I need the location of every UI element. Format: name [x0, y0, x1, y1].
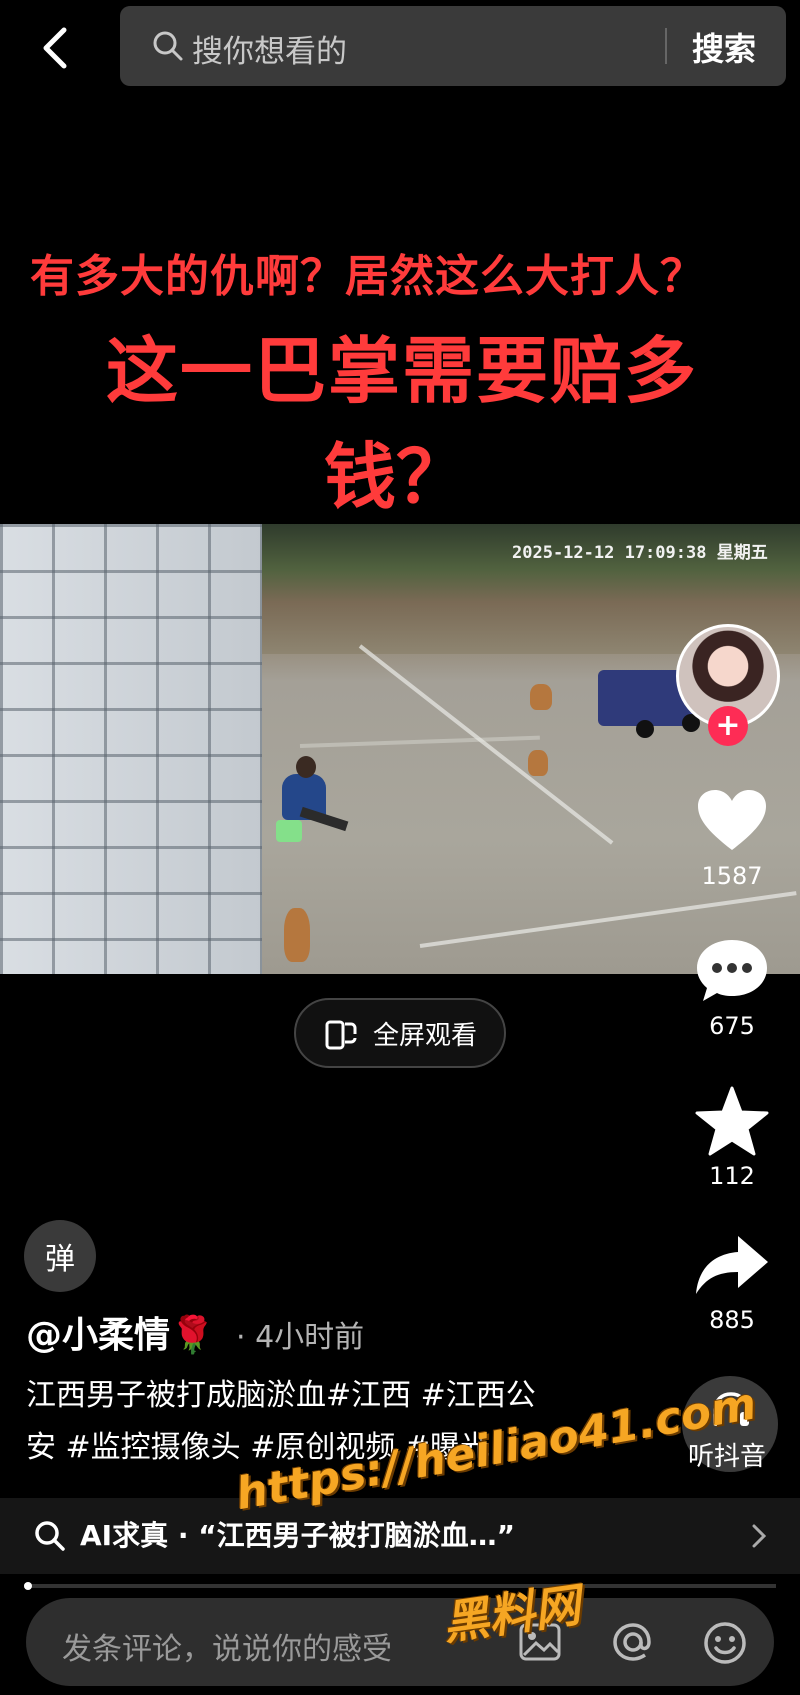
follow-button[interactable]: +	[708, 706, 748, 746]
plus-icon: +	[715, 708, 741, 743]
like-button[interactable]	[692, 788, 772, 854]
search-bar[interactable]: 搜你想看的 搜索	[120, 6, 786, 86]
post-description-line1[interactable]: 江西男子被打成脑淤血#江西 #江西公	[26, 1370, 586, 1422]
comment-button[interactable]	[692, 938, 772, 1004]
search-icon	[153, 31, 183, 61]
overlay-caption-line3: 钱？	[324, 435, 469, 519]
overlay-caption-line1: 有多大的仇啊？居然这么大打人？	[30, 251, 705, 302]
overlay-caption-line2: 这一巴掌需要赔多	[106, 329, 699, 413]
author-name[interactable]: @小柔情🌹	[26, 1306, 215, 1358]
share-count: 885	[709, 1306, 755, 1334]
road-marking	[299, 735, 540, 748]
back-button[interactable]	[30, 18, 80, 78]
star-icon	[695, 1086, 769, 1156]
rotate-screen-icon	[325, 1020, 357, 1050]
comment-input[interactable]: 发条评论，说说你的感受	[62, 1624, 392, 1668]
share-arrow-icon	[696, 1236, 768, 1294]
chevron-left-icon	[43, 27, 67, 69]
dog	[284, 908, 310, 962]
fullscreen-button[interactable]: 全屏观看	[294, 998, 506, 1068]
listen-label: 听抖音	[688, 1442, 767, 1472]
video-timestamp: 2025-12-12 17:09:38 星期五	[512, 543, 768, 563]
comment-input-bar[interactable]: 发条评论，说说你的感受	[26, 1598, 774, 1686]
search-icon	[35, 1521, 65, 1551]
favorite-button[interactable]	[692, 1086, 772, 1156]
search-input[interactable]: 搜你想看的	[192, 26, 347, 71]
danmu-label: 弹	[45, 1242, 75, 1277]
at-mention-icon[interactable]	[610, 1620, 656, 1664]
stool	[276, 820, 302, 842]
post-time: · 4小时前	[236, 1320, 365, 1355]
heart-icon	[698, 790, 766, 850]
share-button[interactable]	[692, 1234, 772, 1296]
video-player[interactable]: 2025-12-12 17:09:38 星期五	[0, 524, 800, 974]
video-progress-track[interactable]	[24, 1584, 776, 1588]
comment-bubble-icon	[697, 940, 767, 1001]
fullscreen-label: 全屏观看	[372, 1020, 477, 1051]
ai-fact-check-text: AI求真 · “江西男子被打脑淤血…”	[80, 1519, 516, 1552]
emoji-icon[interactable]	[702, 1620, 748, 1666]
search-button[interactable]: 搜索	[692, 24, 756, 70]
cart-wheel	[636, 720, 654, 738]
person-head	[296, 756, 316, 778]
video-progress-thumb[interactable]	[24, 1582, 32, 1590]
dog	[530, 684, 552, 710]
chevron-right-icon	[752, 1524, 767, 1548]
search-divider	[665, 28, 667, 64]
favorite-count: 112	[709, 1162, 755, 1190]
dog	[528, 750, 548, 776]
like-count: 1587	[701, 862, 763, 890]
danmu-toggle-button[interactable]: 弹	[24, 1220, 96, 1292]
comment-count: 675	[709, 1012, 755, 1040]
video-building-wall	[0, 524, 262, 974]
